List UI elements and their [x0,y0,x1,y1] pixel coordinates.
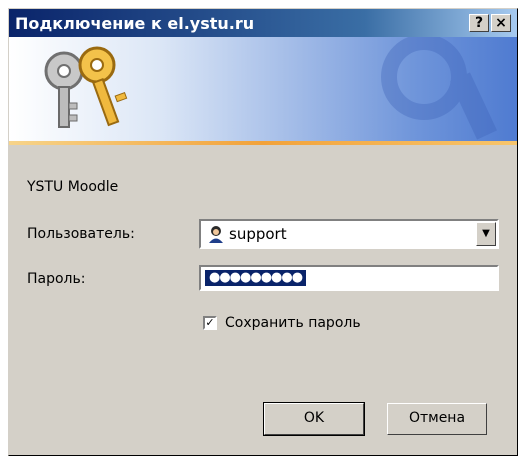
help-button[interactable]: ? [469,14,489,32]
password-masked-value: ●●●●●●●●● [205,270,307,286]
login-dialog: Подключение к el.ystu.ru ? × YSTU Moodle… [8,8,518,456]
site-name: YSTU Moodle [27,179,119,195]
username-combobox[interactable]: support ▼ [199,219,499,249]
ok-button[interactable]: OK [263,402,365,436]
remember-password-label[interactable]: Сохранить пароль [225,315,361,331]
title-bar[interactable]: Подключение к el.ystu.ru ? × [9,9,517,37]
remember-password-checkbox[interactable]: ✓ [203,316,217,330]
username-value: support [229,225,287,243]
close-button[interactable]: × [491,14,511,32]
header-banner [9,37,517,141]
dialog-title: Подключение к el.ystu.ru [15,14,255,33]
password-label: Пароль: [27,271,86,287]
banner-stripe [9,141,517,145]
watermark-key-icon [381,37,498,140]
cancel-button[interactable]: Отмена [387,403,487,435]
password-field[interactable]: ●●●●●●●●● [199,265,499,291]
dropdown-arrow-icon[interactable]: ▼ [476,222,496,246]
keys-icon [44,46,128,128]
username-label: Пользователь: [27,226,135,242]
user-icon [209,226,223,243]
